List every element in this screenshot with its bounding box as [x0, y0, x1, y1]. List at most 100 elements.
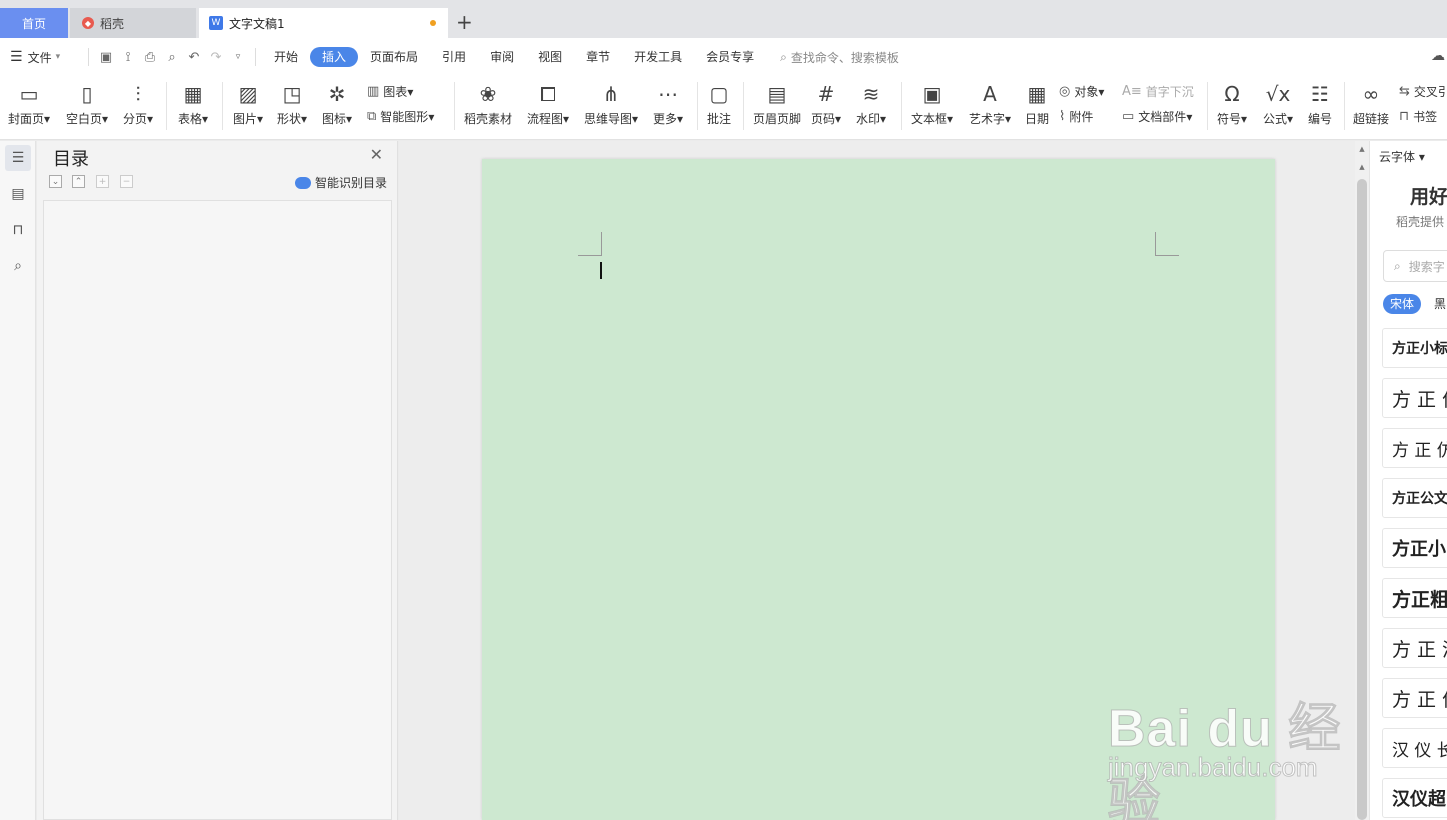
mindmap-icon: ⋔: [602, 82, 620, 106]
font-card[interactable]: 方正粗: [1382, 578, 1447, 618]
cover-page-icon: ▭: [19, 82, 39, 106]
print-icon[interactable]: ⎙: [139, 50, 161, 65]
tab-view[interactable]: 视图: [526, 47, 574, 67]
shape-button[interactable]: ◳ 形状▾: [277, 78, 307, 127]
tab-developer[interactable]: 开发工具: [622, 47, 694, 67]
scroll-up-icon[interactable]: ▲: [1357, 145, 1367, 153]
scroll-up-icon[interactable]: ▲: [1357, 163, 1367, 171]
daoke-material-icon: ❀: [479, 82, 497, 106]
cloud-font-panel: 云字体 ▾ 用好 稻壳提供 ⌕ 搜索字 宋体 黑 方正小标 方 正 仿 方 正 …: [1369, 141, 1447, 820]
font-card[interactable]: 方 正 仿: [1382, 428, 1447, 468]
formula-button[interactable]: √x 公式▾: [1263, 78, 1293, 127]
toc-list[interactable]: [43, 200, 392, 820]
tab-insert[interactable]: 插入: [310, 47, 359, 67]
cloud-sync-icon[interactable]: ☁: [1431, 48, 1445, 64]
font-card[interactable]: 方正小: [1382, 528, 1447, 568]
bookmark-icon: ⊓: [1399, 109, 1410, 124]
date-button[interactable]: ▦ 日期: [1025, 78, 1049, 127]
command-search-placeholder: 查找命令、搜索模板: [790, 50, 899, 65]
comment-button[interactable]: ▢ 批注: [707, 78, 731, 127]
shape-label: 形状: [277, 112, 302, 126]
font-card[interactable]: 方正公文: [1382, 478, 1447, 518]
font-card[interactable]: 汉 仪 长: [1382, 728, 1447, 768]
font-card[interactable]: 方 正 仿: [1382, 678, 1447, 718]
close-icon[interactable]: ✕: [370, 145, 383, 164]
format-painter-icon[interactable]: ⟟: [117, 50, 139, 65]
symbol-label: 符号: [1217, 112, 1242, 126]
toc-panel-title: 目录: [53, 149, 89, 170]
divider: [1344, 82, 1345, 130]
header-footer-icon: ▤: [767, 82, 787, 106]
font-card[interactable]: 方正小标: [1382, 328, 1447, 368]
new-tab-button[interactable]: +: [456, 10, 473, 34]
smart-shape-button[interactable]: ⧉ 智能图形 ▾: [367, 108, 434, 125]
mindmap-button[interactable]: ⋔ 思维导图▾: [584, 78, 638, 127]
search-icon: ⌕: [1394, 258, 1401, 273]
object-label: 对象: [1074, 85, 1099, 99]
page-number-button[interactable]: # 页码▾: [811, 78, 841, 127]
font-card[interactable]: 汉仪超: [1382, 778, 1447, 818]
tab-daoke[interactable]: ◆ 稻壳: [70, 8, 196, 38]
font-card[interactable]: 方 正 仿: [1382, 378, 1447, 418]
symbol-button[interactable]: Ω 符号▾: [1217, 78, 1247, 127]
flowchart-button[interactable]: ⧠ 流程图▾: [527, 78, 569, 127]
customize-quick-access-icon[interactable]: ▿: [227, 52, 249, 62]
bookmark-panel-icon[interactable]: ⊓: [5, 217, 31, 243]
tab-member[interactable]: 会员专享: [694, 47, 766, 67]
font-panel-title: 用好: [1410, 186, 1447, 208]
cover-page-button[interactable]: ▭ 封面页▾: [8, 78, 50, 127]
page-break-button[interactable]: ⫶ 分页▾: [123, 78, 153, 127]
undo-icon[interactable]: ↶: [183, 50, 205, 65]
tab-start[interactable]: 开始: [262, 47, 310, 67]
watermark-button[interactable]: ≋ 水印▾: [856, 78, 886, 127]
omega-icon: Ω: [1224, 82, 1240, 106]
smart-detect-toc-button[interactable]: 智能识别目录: [294, 174, 387, 191]
watermark-url: jingyan.baidu.com: [1108, 752, 1319, 783]
print-preview-icon[interactable]: ⌕: [161, 50, 183, 65]
demote-level-icon[interactable]: −: [120, 175, 133, 188]
wordart-button[interactable]: A 艺术字▾: [969, 78, 1011, 127]
textbox-button[interactable]: ▣ 文本框▾: [911, 78, 953, 127]
tab-page-layout[interactable]: 页面布局: [358, 47, 430, 67]
icon-library-button[interactable]: ✲ 图标▾: [322, 78, 352, 127]
promote-level-icon[interactable]: +: [96, 175, 109, 188]
file-menu-button[interactable]: ☰ 文件 ▾: [10, 49, 82, 66]
expand-all-icon[interactable]: ⌄: [49, 175, 62, 188]
more-button[interactable]: ⋯ 更多▾: [653, 78, 683, 127]
drop-cap-button[interactable]: A≡ 首字下沉: [1122, 83, 1194, 100]
tab-chapter[interactable]: 章节: [574, 47, 622, 67]
font-search-input[interactable]: ⌕ 搜索字: [1383, 250, 1447, 282]
tab-review[interactable]: 审阅: [478, 47, 526, 67]
cross-reference-button[interactable]: ⇆ 交叉引: [1399, 83, 1447, 100]
font-card[interactable]: 方 正 清: [1382, 628, 1447, 668]
attachment-button[interactable]: ⌇ 附件: [1059, 108, 1093, 125]
blank-page-button[interactable]: ▯ 空白页▾: [66, 78, 108, 127]
chart-button[interactable]: ▥ 图表 ▾: [367, 83, 413, 100]
hyperlink-button[interactable]: ∞ 超链接: [1353, 78, 1389, 127]
redo-icon[interactable]: ↷: [205, 50, 227, 65]
hamburger-icon: ☰: [10, 49, 23, 65]
collapse-all-icon[interactable]: ⌃: [72, 175, 85, 188]
search-panel-icon[interactable]: ⌕: [5, 253, 31, 279]
tab-document[interactable]: W 文字文稿1: [199, 8, 448, 38]
doc-parts-label: 文档部件: [1138, 110, 1187, 124]
header-footer-button[interactable]: ▤ 页眉页脚: [753, 78, 801, 127]
bookmark-button[interactable]: ⊓ 书签: [1399, 108, 1437, 125]
margin-corner-mark: [1155, 232, 1179, 256]
table-button[interactable]: ▦ 表格▾: [178, 78, 208, 127]
font-filter-songti[interactable]: 宋体: [1383, 294, 1422, 314]
tab-references[interactable]: 引用: [430, 47, 478, 67]
command-search-input[interactable]: ⌕ 查找命令、搜索模板: [780, 49, 899, 66]
picture-button[interactable]: ▨ 图片▾: [233, 78, 263, 127]
object-button[interactable]: ◎ 对象 ▾: [1059, 83, 1104, 100]
cloud-font-dropdown[interactable]: 云字体 ▾: [1379, 148, 1425, 165]
daoke-material-button[interactable]: ❀ 稻壳素材: [464, 78, 512, 127]
chapter-nav-icon[interactable]: ▤: [5, 181, 31, 207]
tab-home[interactable]: 首页: [0, 8, 68, 38]
toc-panel-icon[interactable]: ☰: [5, 145, 31, 171]
flowchart-icon: ⧠: [540, 82, 557, 106]
doc-parts-button[interactable]: ▭ 文档部件 ▾: [1122, 108, 1192, 125]
save-icon[interactable]: ▣: [95, 50, 117, 65]
font-filter-heiti[interactable]: 黑: [1434, 294, 1446, 314]
numbering-button[interactable]: ☷ 编号: [1308, 78, 1332, 127]
